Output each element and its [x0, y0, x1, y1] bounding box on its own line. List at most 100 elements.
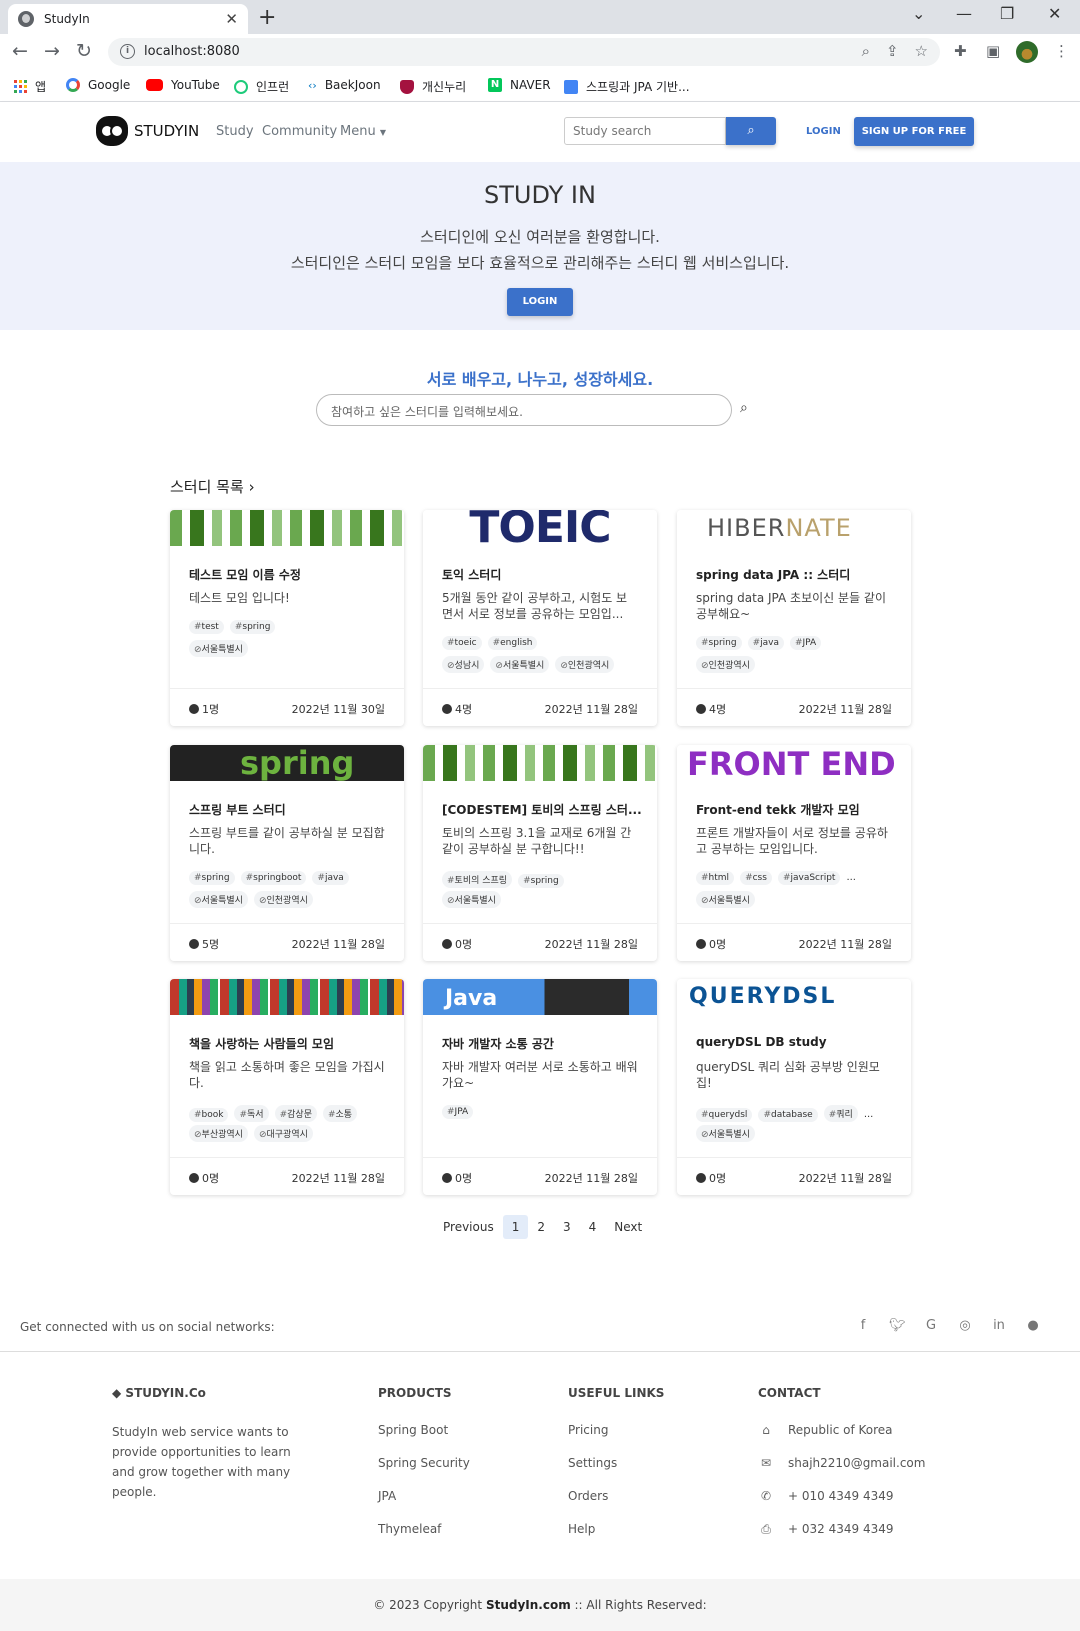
nav-search-button[interactable]: ⌕ — [726, 117, 776, 145]
bookmark-naver[interactable]: N NAVER — [488, 78, 551, 92]
site-info-icon[interactable]: i — [120, 44, 135, 59]
main-search-input[interactable]: 참여하고 싶은 스터디를 입력해보세요. — [316, 394, 732, 426]
footer-useful-link[interactable]: Pricing — [568, 1422, 664, 1439]
tag-chip[interactable]: #JPA — [789, 636, 822, 650]
tag-chip[interactable]: #spring — [518, 874, 564, 888]
tag-chip[interactable]: #토비의 스프링 — [442, 871, 513, 888]
tag-chip[interactable]: #spring — [189, 871, 235, 885]
tag-chip[interactable]: #java — [747, 636, 784, 650]
side-panel-icon[interactable]: ▣ — [986, 42, 1000, 60]
study-card[interactable]: [CODESTEM] 토비의 스프링 스터... 토비의 스프링 3.1을 교재로… — [423, 745, 657, 961]
facebook-icon[interactable]: f — [855, 1318, 871, 1333]
restore-icon[interactable]: ❐ — [1000, 4, 1014, 23]
nav-link-study[interactable]: Study — [216, 124, 254, 139]
pagination-page-2[interactable]: 2 — [528, 1215, 554, 1239]
study-card-title[interactable]: 스프링 부트 스터디 — [189, 801, 389, 818]
location-chip[interactable]: ⊘인천광역시 — [253, 891, 313, 908]
study-card-title[interactable]: 테스트 모임 이름 수정 — [189, 566, 389, 583]
pagination-page-1[interactable]: 1 — [502, 1215, 529, 1239]
twitter-icon[interactable]: 🐦︎ — [889, 1318, 906, 1333]
study-search-input[interactable]: Study search — [564, 117, 726, 145]
study-card[interactable]: spring 스프링 부트 스터디 스프링 부트를 같이 공부하실 분 모집합니다.… — [170, 745, 404, 961]
study-card-title[interactable]: spring data JPA :: 스터디 — [696, 566, 896, 583]
tag-chip[interactable]: #css — [740, 871, 772, 885]
location-chip[interactable]: ⊘부산광역시 — [189, 1125, 248, 1142]
bookmark-star-icon[interactable]: ☆ — [915, 42, 928, 60]
extensions-icon[interactable]: ✚ — [954, 42, 967, 60]
close-tab-icon[interactable]: ✕ — [225, 10, 238, 28]
linkedin-icon[interactable]: in — [991, 1318, 1007, 1333]
footer-useful-link[interactable]: Help — [568, 1521, 664, 1538]
study-card[interactable]: Java 자바 개발자 소통 공간 자바 개발자 여러분 서로 소통하고 배워가요~… — [423, 979, 657, 1195]
footer-useful-link[interactable]: Settings — [568, 1455, 664, 1472]
location-chip[interactable]: ⊘서울특별시 — [490, 656, 550, 673]
tag-chip[interactable]: #querydsl — [696, 1108, 753, 1122]
zoom-icon[interactable]: ⌕ — [862, 42, 870, 60]
study-card[interactable]: 책을 사랑하는 사람들의 모임 책을 읽고 소통하며 좋은 모임을 가집시다. #b… — [170, 979, 404, 1195]
study-list-title[interactable]: 스터디 목록 › — [170, 476, 255, 497]
footer-product-link[interactable]: JPA — [378, 1488, 470, 1505]
footer-useful-link[interactable]: Orders — [568, 1488, 664, 1505]
browser-tab[interactable]: StudyIn ✕ — [8, 4, 248, 34]
location-chip[interactable]: ⊘서울특별시 — [189, 891, 248, 908]
forward-icon[interactable]: → — [44, 40, 60, 62]
bookmark-apps[interactable]: 앱 — [14, 78, 46, 95]
bookmark-baekjoon[interactable]: ‹› BaekJoon — [308, 78, 381, 92]
study-card[interactable]: HIBER NATE spring data JPA :: 스터디 spring da… — [677, 510, 911, 726]
nav-login-link[interactable]: LOGIN — [806, 126, 841, 137]
tag-chip[interactable]: #spring — [696, 636, 742, 650]
tag-chip[interactable]: #html — [696, 871, 735, 885]
tag-chip[interactable]: #english — [487, 636, 538, 650]
share-icon[interactable]: ⇪ — [886, 42, 899, 60]
copyright-brand[interactable]: StudyIn.com — [486, 1598, 571, 1612]
tag-chip[interactable]: #java — [312, 871, 349, 885]
hero-login-button[interactable]: LOGIN — [507, 288, 573, 316]
tag-chip[interactable]: #database — [758, 1108, 818, 1122]
bookmark-docs[interactable]: 스프링과 JPA 기반... — [564, 78, 690, 95]
study-card-title[interactable]: queryDSL DB study — [696, 1035, 896, 1049]
study-card-title[interactable]: Front-end tekk 개발자 모임 — [696, 801, 896, 818]
footer-product-link[interactable]: Spring Boot — [378, 1422, 470, 1439]
study-card[interactable]: QUERYDSL queryDSL DB study queryDSL 쿼리 심화 … — [677, 979, 911, 1195]
tag-chip[interactable]: #독서 — [234, 1105, 269, 1122]
footer-product-link[interactable]: Thymeleaf — [378, 1521, 470, 1538]
bookmark-inflearn[interactable]: 인프런 — [234, 78, 289, 95]
tag-chip[interactable]: #감상문 — [274, 1105, 317, 1122]
tag-chip[interactable]: #test — [189, 620, 224, 634]
tag-chip[interactable]: #book — [189, 1108, 229, 1122]
search-icon[interactable]: ⌕ — [740, 400, 748, 416]
omnibox[interactable]: i localhost:8080 ⌕ ⇪ ☆ — [108, 38, 940, 66]
nav-link-community[interactable]: Community — [262, 124, 337, 139]
tag-chip[interactable]: #javaScript — [777, 871, 841, 885]
brand-logo[interactable]: STUDYIN — [96, 116, 199, 146]
minimize-icon[interactable]: — — [956, 4, 972, 23]
bookmark-gaesin[interactable]: 개신누리 — [400, 78, 466, 95]
location-chip[interactable]: ⊘서울특별시 — [696, 891, 755, 908]
location-chip[interactable]: ⊘서울특별시 — [442, 891, 501, 908]
close-window-icon[interactable]: ✕ — [1048, 4, 1061, 23]
more-menu-icon[interactable]: ⋮ — [1054, 42, 1069, 60]
study-card-title[interactable]: 자바 개발자 소통 공간 — [442, 1035, 642, 1052]
tag-chip[interactable]: #springboot — [240, 871, 307, 885]
footer-product-link[interactable]: Spring Security — [378, 1455, 470, 1472]
tag-chip[interactable]: #소통 — [322, 1105, 358, 1122]
new-tab-icon[interactable]: + — [258, 5, 276, 30]
github-icon[interactable]: ● — [1025, 1318, 1041, 1333]
location-chip[interactable]: ⊘인천광역시 — [555, 656, 615, 673]
instagram-icon[interactable]: ◎ — [957, 1318, 973, 1333]
location-chip[interactable]: ⊘대구광역시 — [253, 1125, 313, 1142]
location-chip[interactable]: ⊘인천광역시 — [696, 656, 755, 673]
study-card[interactable]: 테스트 모임 이름 수정 테스트 모임 입니다! #test #spring ⊘서울특별… — [170, 510, 404, 726]
location-chip[interactable]: ⊘서울특별시 — [696, 1125, 755, 1142]
nav-menu-dropdown[interactable]: Menu ▼ — [340, 124, 386, 139]
study-card-title[interactable]: 책을 사랑하는 사람들의 모임 — [189, 1035, 389, 1052]
study-card-title[interactable]: [CODESTEM] 토비의 스프링 스터... — [442, 801, 642, 818]
pagination-next[interactable]: Next — [605, 1215, 651, 1239]
back-icon[interactable]: ← — [12, 40, 28, 62]
google-icon[interactable]: G — [923, 1318, 939, 1333]
pagination-page-3[interactable]: 3 — [554, 1215, 580, 1239]
tag-chip[interactable]: #spring — [229, 620, 276, 634]
tag-chip[interactable]: #JPA — [442, 1105, 474, 1119]
tag-chip[interactable]: #toeic — [442, 636, 482, 650]
profile-avatar[interactable] — [1016, 41, 1038, 63]
